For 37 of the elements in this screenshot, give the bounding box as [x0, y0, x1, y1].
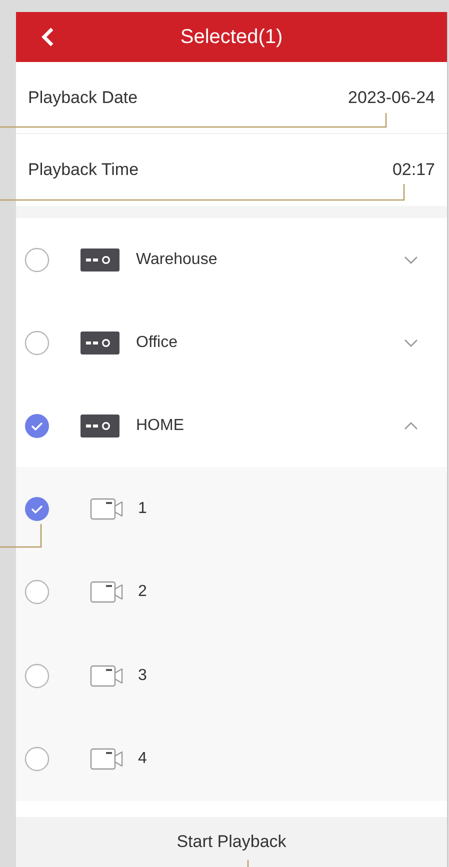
recorder-icon — [80, 330, 120, 354]
device-name: Warehouse — [136, 250, 218, 270]
setting-label: Playback Time — [28, 159, 139, 182]
camera-icon — [90, 664, 124, 688]
checkbox[interactable] — [24, 412, 50, 438]
setting-value: 02:17 — [392, 159, 435, 182]
camera-icon — [90, 496, 124, 521]
checkbox[interactable] — [24, 496, 50, 522]
camera-icon — [90, 747, 124, 772]
checkbox[interactable] — [24, 330, 50, 356]
channel-row[interactable]: 2 — [16, 550, 447, 634]
chevron-down-icon[interactable] — [403, 254, 419, 264]
chevron-up-icon[interactable] — [403, 420, 419, 430]
setting-label: Playback Date — [28, 86, 138, 109]
checkbox[interactable] — [24, 662, 50, 689]
start-playback-button[interactable]: Start Playback — [16, 817, 447, 867]
chevron-down-icon[interactable] — [403, 338, 419, 348]
back-icon — [41, 27, 55, 47]
checkbox[interactable] — [24, 246, 50, 272]
camera-icon — [90, 580, 124, 604]
channel-name: 1 — [138, 498, 147, 519]
leader-line — [247, 860, 249, 867]
channel-row[interactable]: 1 — [16, 467, 447, 550]
checkbox[interactable] — [24, 746, 50, 772]
setting-value: 2023-06-24 — [348, 86, 435, 109]
device-name: HOME — [136, 416, 185, 436]
header-title: Selected(1) — [179, 25, 284, 50]
recorder-icon — [80, 414, 120, 438]
checkbox[interactable] — [24, 579, 50, 606]
channel-row[interactable]: 3 — [16, 634, 447, 718]
device-name: Office — [136, 332, 178, 352]
channel-name: 4 — [138, 749, 147, 770]
channel-name: 3 — [138, 666, 147, 686]
leader-line — [0, 524, 42, 548]
channel-row[interactable]: 4 — [16, 718, 447, 801]
channel-name: 2 — [138, 582, 147, 602]
recorder-icon — [80, 248, 120, 272]
